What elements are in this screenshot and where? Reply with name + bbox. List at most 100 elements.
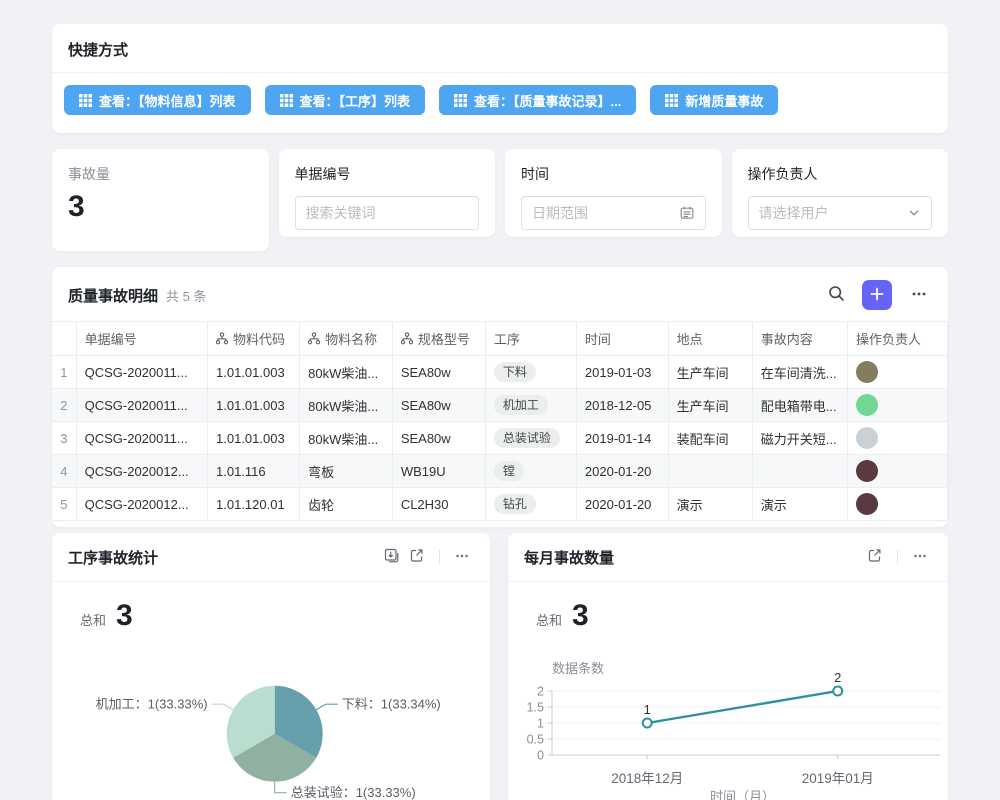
row-number: 4 [52, 455, 76, 488]
shortcut-button-0[interactable]: 查看：【物料信息】列表 [64, 85, 251, 115]
point-value-label: 2 [834, 670, 841, 685]
date-placeholder: 日期范围 [532, 203, 679, 223]
table-header-row: 单据编号 物料代码物料名称规格型号工序时间 地点事故内容 操作负责人 [52, 322, 948, 356]
column-header-7[interactable]: 事故内容 [752, 322, 847, 356]
date-range-input[interactable]: 日期范围 [521, 196, 706, 230]
data-point[interactable] [643, 719, 652, 728]
x-tick-label: 2018年12月 [611, 771, 683, 786]
grid-icon [79, 94, 92, 107]
cell-spec: WB19U [392, 455, 485, 488]
cell-content: 配电箱带电... [752, 389, 847, 422]
cell-operator [848, 389, 948, 422]
avatar [856, 394, 878, 416]
shortcut-button-1[interactable]: 查看：【工序】列表 [265, 85, 426, 115]
cell-operator [848, 455, 948, 488]
column-header-2[interactable]: 物料名称 [300, 322, 393, 356]
cell-time: 2020-01-20 [576, 455, 668, 488]
line-total-label: 总和 [536, 610, 562, 629]
cell-operator [848, 356, 948, 389]
download-chart-button[interactable] [379, 543, 404, 571]
column-label: 事故内容 [761, 329, 813, 348]
process-tag: 镗 [494, 461, 524, 481]
pie-more-button[interactable] [450, 544, 474, 571]
column-header-6[interactable]: 地点 [668, 322, 752, 356]
cell-material_code: 1.01.116 [208, 455, 300, 488]
process-pie-chart: 下料：1(33.34%)总装试验：1(33.33%)机加工：1(33.33%) [52, 653, 490, 800]
download-icon [383, 547, 400, 567]
cell-spec: SEA80w [392, 356, 485, 389]
pie-label-line [275, 782, 287, 793]
filter-card-time: 时间 日期范围 [505, 149, 722, 237]
table-row[interactable]: 5QCSG-2020012...1.01.120.01齿轮CL2H30钻孔202… [52, 488, 948, 521]
quality-accident-table: 单据编号 物料代码物料名称规格型号工序时间 地点事故内容 操作负责人 1QCSG-202… [52, 321, 948, 521]
column-header-4[interactable]: 工序 [485, 322, 576, 356]
pie-slice-label: 下料：1(33.34%) [342, 697, 441, 712]
table-count: 共 5 条 [166, 286, 206, 305]
table-row[interactable]: 3QCSG-2020011...1.01.01.00380kW柴油...SEA8… [52, 422, 948, 455]
cell-spec: SEA80w [392, 422, 485, 455]
table-row[interactable]: 2QCSG-2020011...1.01.01.00380kW柴油...SEA8… [52, 389, 948, 422]
pie-total-label: 总和 [80, 610, 106, 629]
stat-value: 3 [68, 192, 253, 222]
shortcut-button-row: 查看：【物料信息】列表 查看：【工序】列表 查看：【质量事故记录】... 新增质量事故 [52, 73, 948, 133]
search-input[interactable] [306, 205, 469, 221]
column-header-3[interactable]: 规格型号 [392, 322, 485, 356]
data-point[interactable] [833, 687, 842, 696]
stat-card-accident-count: 事故量 3 [52, 149, 269, 251]
avatar [856, 460, 878, 482]
expand-chart-button[interactable] [862, 543, 887, 571]
cell-material_name: 80kW柴油... [300, 422, 393, 455]
cell-time: 2019-01-03 [576, 356, 668, 389]
cell-process: 镗 [485, 455, 576, 488]
column-header-0[interactable]: 单据编号 [76, 322, 207, 356]
cell-location [668, 455, 752, 488]
pie-total-value: 3 [116, 601, 133, 631]
doc-no-search-input[interactable] [295, 196, 480, 230]
table-row[interactable]: 4QCSG-2020012...1.01.116弯板WB19U镗2020-01-… [52, 455, 948, 488]
relation-icon [308, 332, 320, 345]
cell-process: 总装试验 [485, 422, 576, 455]
row-number: 5 [52, 488, 76, 521]
column-header-8[interactable]: 操作负责人 [848, 322, 948, 356]
shortcut-button-3[interactable]: 新增质量事故 [650, 85, 778, 115]
y-tick-label: 2 [537, 685, 544, 699]
filter-label: 操作负责人 [748, 164, 933, 184]
user-select[interactable]: 请选择用户 [748, 196, 933, 230]
grid-icon [665, 94, 678, 107]
cell-process: 下料 [485, 356, 576, 389]
more-icon [454, 548, 470, 567]
filter-card-operator: 操作负责人 请选择用户 [732, 149, 949, 237]
expand-chart-button[interactable] [404, 543, 429, 571]
table-more-button[interactable] [906, 281, 932, 310]
divider [897, 550, 898, 564]
column-label: 时间 [585, 329, 611, 348]
column-header-1[interactable]: 物料代码 [208, 322, 300, 356]
search-button[interactable] [823, 280, 850, 310]
column-header-5[interactable]: 时间 [576, 322, 668, 356]
shortcut-button-2[interactable]: 查看：【质量事故记录】... [439, 85, 636, 115]
pie-chart-title: 工序事故统计 [68, 547, 379, 568]
filter-label: 单据编号 [295, 164, 480, 184]
cell-material_code: 1.01.120.01 [208, 488, 300, 521]
table-scroll-area[interactable]: 单据编号 物料代码物料名称规格型号工序时间 地点事故内容 操作负责人 1QCSG-202… [52, 321, 948, 521]
cell-material_name: 80kW柴油... [300, 389, 393, 422]
add-record-button[interactable] [862, 280, 892, 310]
monthly-line-chart: 数据条数00.511.5212018年12月22019年01月时间（月） [508, 643, 948, 800]
y-tick-label: 1.5 [527, 701, 544, 715]
row-number: 2 [52, 389, 76, 422]
line-more-button[interactable] [908, 544, 932, 571]
plus-icon [869, 286, 885, 305]
cell-operator [848, 488, 948, 521]
quality-accident-table-panel: 质量事故明细 共 5 条 单据编号物料代码物料名称规格型号工序时间地点事故内容操… [52, 267, 948, 527]
cell-operator [848, 422, 948, 455]
cell-material_name: 80kW柴油... [300, 356, 393, 389]
shortcut-label: 查看：【工序】列表 [300, 91, 411, 110]
row-number: 1 [52, 356, 76, 389]
y-tick-label: 0.5 [527, 733, 544, 747]
table-row[interactable]: 1QCSG-2020011...1.01.01.00380kW柴油...SEA8… [52, 356, 948, 389]
pie-label-line [212, 704, 234, 710]
column-label: 操作负责人 [856, 329, 921, 348]
column-label: 物料代码 [233, 329, 285, 348]
cell-content: 在车间清洗... [752, 356, 847, 389]
cell-content: 磁力开关短... [752, 422, 847, 455]
